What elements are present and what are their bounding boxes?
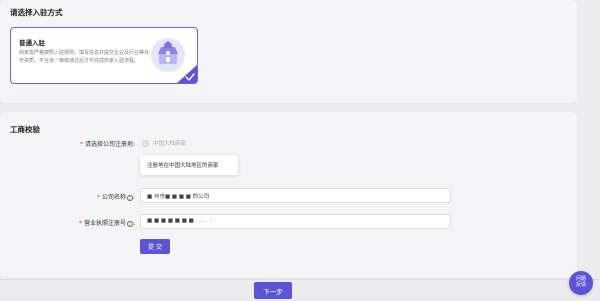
- company-name-label: * 公司名称 i:: [96, 194, 135, 201]
- feedback-button[interactable]: 问题 反馈: [569, 271, 593, 295]
- entry-section-title: 请选择入驻方式: [10, 8, 63, 17]
- radio-label: 中国大陆商家: [153, 141, 187, 147]
- radio-button[interactable]: [142, 139, 149, 147]
- registration-place-label: * 请选择公司注册地:: [79, 141, 135, 148]
- submit-button[interactable]: 提 交: [140, 239, 170, 254]
- registration-place-tooltip: 注册地在中国大陆地区的商家: [140, 155, 238, 175]
- license-number-input[interactable]: ■ ■ ■ ■ ■ ■ ■ . . . . :: [140, 214, 451, 229]
- company-name-input[interactable]: ■ 州市■ ■ ■ ■ 的公司: [140, 188, 451, 203]
- footer-divider: [0, 279, 600, 280]
- option-description: 商家需严格按照入驻规则，填写信息并提交企业及行业等许可资质，平台进一审核通过后才…: [19, 50, 150, 64]
- registration-place-radio[interactable]: 中国大陆商家: [142, 139, 186, 147]
- required-mark: *: [96, 194, 100, 201]
- option-title: 普通入驻: [19, 39, 45, 47]
- license-number-label: * 营业执照注册号 i:: [78, 220, 135, 227]
- required-mark: *: [79, 141, 83, 148]
- feedback-line-2: 反馈: [575, 282, 586, 288]
- required-mark: *: [78, 220, 82, 227]
- selected-check-icon: [177, 65, 197, 83]
- next-step-button[interactable]: 下一步: [254, 282, 292, 299]
- standard-entry-option[interactable]: 普通入驻 商家需严格按照入驻规则，填写信息并提交企业及行业等许可资质，平台进一审…: [10, 27, 198, 84]
- verify-section-title: 工商校验: [10, 125, 40, 134]
- entry-method-card: 请选择入驻方式 普通入驻 商家需严格按照入驻规则，填写信息并提交企业及行业等许可…: [0, 0, 577, 103]
